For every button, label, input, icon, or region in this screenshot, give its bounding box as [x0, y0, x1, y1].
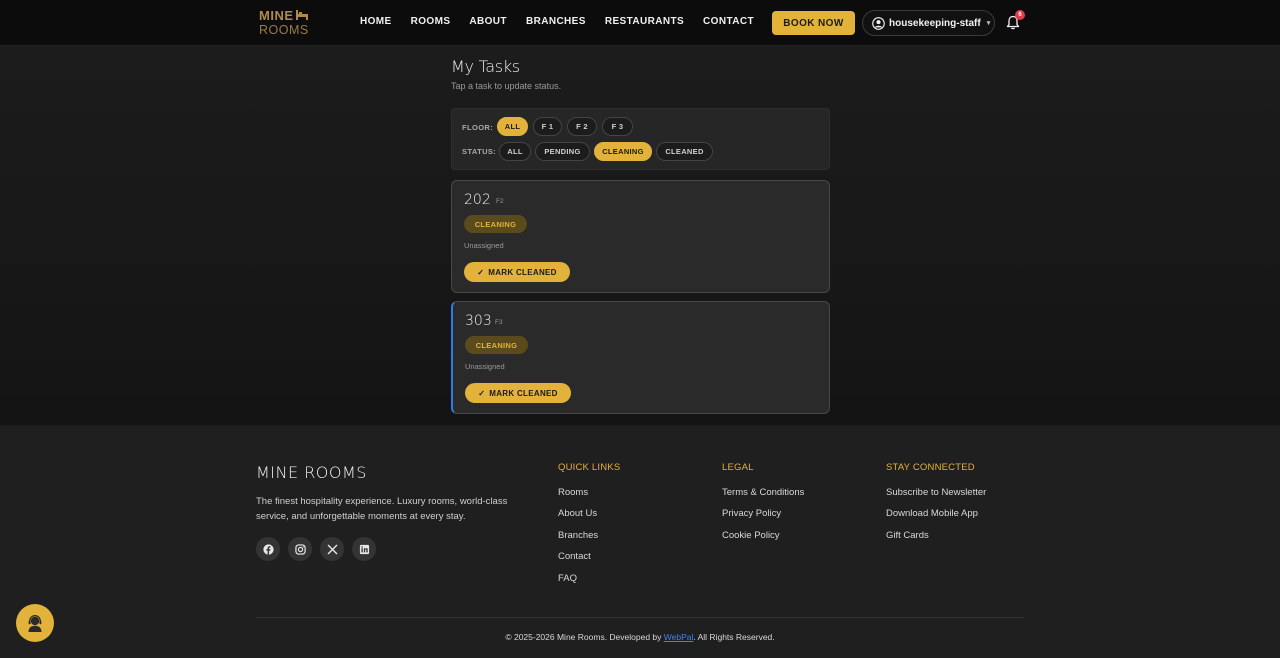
floor-tag: F2 [496, 198, 504, 205]
support-agent-icon [28, 614, 42, 632]
status-badge: CLEANING [464, 215, 527, 233]
floor-filter-label: FLOOR: [462, 123, 494, 132]
floor-chip-f2[interactable]: F 2 [567, 117, 597, 136]
legal-heading: LEGAL [722, 462, 754, 473]
notification-badge: 6 [1015, 10, 1025, 20]
floor-chip-all[interactable]: ALL [497, 117, 528, 136]
room-number: 303 [465, 313, 492, 329]
status-badge: CLEANING [465, 336, 528, 354]
footer-link-rooms[interactable]: Rooms [558, 487, 588, 498]
assignee-text: Unassigned [465, 362, 505, 371]
footer-link-branches[interactable]: Branches [558, 530, 598, 541]
copyright-prefix: © 2025-2026 Mine Rooms. Developed by [505, 632, 664, 642]
logo-line1: MINE [259, 8, 294, 23]
developer-link[interactable]: WebPal [664, 632, 694, 642]
page-title: My Tasks [451, 57, 520, 76]
footer-link-newsletter[interactable]: Subscribe to Newsletter [886, 487, 986, 498]
instagram-link[interactable] [288, 537, 312, 561]
status-chip-pending[interactable]: PENDING [535, 142, 590, 161]
mark-cleaned-label: MARK CLEANED [488, 267, 557, 277]
status-filter-label: STATUS: [462, 147, 497, 156]
footer-divider [256, 617, 1024, 618]
footer-link-terms[interactable]: Terms & Conditions [722, 487, 804, 498]
nav-restaurants[interactable]: RESTAURANTS [605, 16, 684, 27]
mark-cleaned-button[interactable]: ✓ MARK CLEANED [464, 262, 570, 282]
footer-brand: MINE ROOMS [256, 463, 367, 482]
floor-tag: F3 [495, 319, 503, 326]
footer-link-privacy[interactable]: Privacy Policy [722, 508, 781, 519]
status-chip-cleaning[interactable]: CLEANING [594, 142, 652, 161]
book-now-button[interactable]: BOOK NOW [772, 11, 855, 35]
support-chat-button[interactable] [16, 604, 54, 642]
user-circle-icon [872, 16, 885, 30]
navbar: MINE ROOMS HOME ROOMS ABOUT BRANCHES RES… [0, 0, 1280, 46]
copyright: © 2025-2026 Mine Rooms. Developed by Web… [0, 632, 1280, 642]
mark-cleaned-button[interactable]: ✓ MARK CLEANED [465, 383, 571, 403]
quick-links-heading: QUICK LINKS [558, 462, 621, 473]
floor-chip-f1[interactable]: F 1 [533, 117, 562, 136]
footer-link-about[interactable]: About Us [558, 508, 597, 519]
user-menu-button[interactable]: housekeeping-staff ▾ [862, 10, 995, 36]
username: housekeeping-staff [889, 17, 981, 29]
logo-line2: ROOMS [259, 23, 309, 37]
footer-description: The finest hospitality experience. Luxur… [256, 496, 508, 522]
footer-link-mobile-app[interactable]: Download Mobile App [886, 508, 978, 519]
linkedin-icon [359, 544, 369, 554]
task-card[interactable]: 303 F3 CLEANING Unassigned ✓ MARK CLEANE… [451, 301, 830, 414]
logo[interactable]: MINE ROOMS [259, 8, 311, 38]
status-chip-cleaned[interactable]: CLEANED [656, 142, 713, 161]
check-icon: ✓ [478, 388, 486, 398]
assignee-text: Unassigned [464, 241, 504, 250]
mark-cleaned-label: MARK CLEANED [489, 388, 558, 398]
footer-link-faq[interactable]: FAQ [558, 573, 577, 584]
footer-link-cookie[interactable]: Cookie Policy [722, 530, 780, 541]
filter-panel: FLOOR: ALL F 1 F 2 F 3 STATUS: ALL PENDI… [451, 108, 830, 170]
nav-contact[interactable]: CONTACT [703, 16, 754, 27]
nav-home[interactable]: HOME [360, 16, 392, 27]
footer-link-gift-cards[interactable]: Gift Cards [886, 530, 929, 541]
linkedin-link[interactable] [352, 537, 376, 561]
footer-link-contact[interactable]: Contact [558, 551, 591, 562]
nav-rooms[interactable]: ROOMS [411, 16, 451, 27]
bed-icon [296, 10, 308, 20]
status-chip-all[interactable]: ALL [499, 142, 531, 161]
instagram-icon [294, 543, 306, 555]
facebook-link[interactable] [256, 537, 280, 561]
task-card[interactable]: 202 F2 CLEANING Unassigned ✓ MARK CLEANE… [451, 180, 830, 293]
room-number: 202 [464, 192, 491, 208]
chevron-down-icon: ▾ [986, 20, 991, 27]
nav-branches[interactable]: BRANCHES [526, 16, 586, 27]
x-icon [327, 544, 337, 554]
copyright-suffix: . All Rights Reserved. [693, 632, 775, 642]
footer [0, 425, 1280, 658]
floor-chip-f3[interactable]: F 3 [602, 117, 633, 136]
x-link[interactable] [320, 537, 344, 561]
page-subtitle: Tap a task to update status. [451, 81, 562, 91]
nav-links: HOME ROOMS ABOUT BRANCHES RESTAURANTS CO… [360, 16, 773, 27]
nav-about[interactable]: ABOUT [469, 16, 507, 27]
check-icon: ✓ [477, 267, 485, 277]
facebook-icon [262, 543, 274, 555]
stay-connected-heading: STAY CONNECTED [886, 462, 975, 473]
